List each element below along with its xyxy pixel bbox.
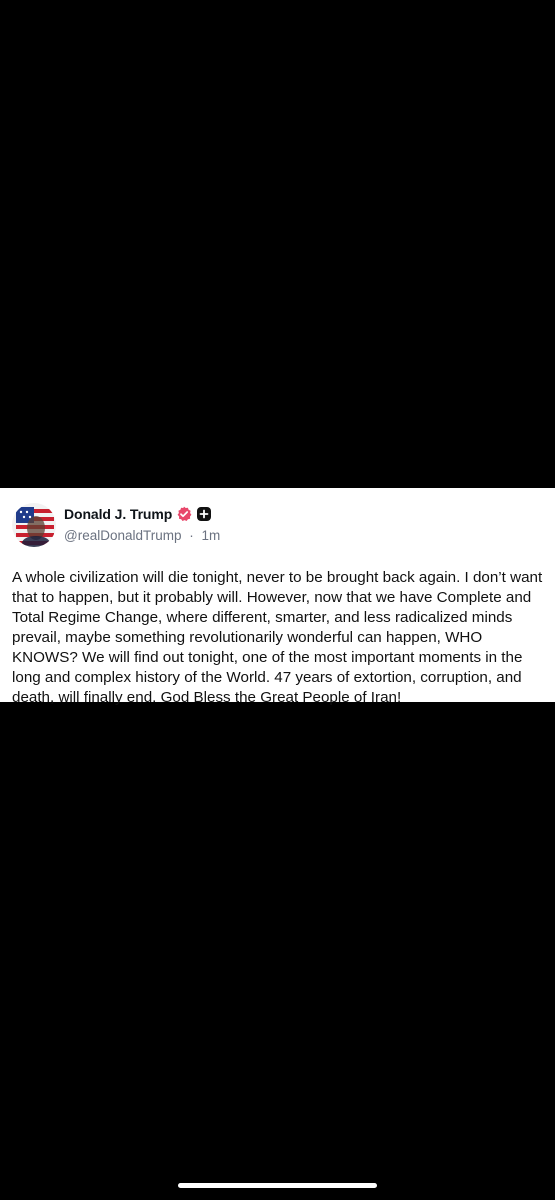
post-text: A whole civilization will die tonight, n…	[12, 569, 543, 706]
flag-portrait-avatar	[12, 503, 56, 547]
avatar[interactable]	[12, 503, 56, 547]
meta-separator: ·	[189, 528, 194, 543]
home-indicator[interactable]	[178, 1183, 377, 1188]
plus-badge-icon[interactable]	[196, 506, 212, 522]
author-handle[interactable]: @realDonaldTrump	[64, 528, 182, 543]
author-row: Donald J. Trump	[64, 504, 212, 524]
post-time[interactable]: 1m	[202, 528, 221, 543]
author-meta: @realDonaldTrump · 1m	[64, 528, 220, 543]
author-display-name[interactable]: Donald J. Trump	[64, 506, 172, 522]
post-card: Donald J. Trump @realDonaldTrump · 1m A …	[0, 488, 555, 706]
verified-badge-icon	[176, 506, 192, 522]
